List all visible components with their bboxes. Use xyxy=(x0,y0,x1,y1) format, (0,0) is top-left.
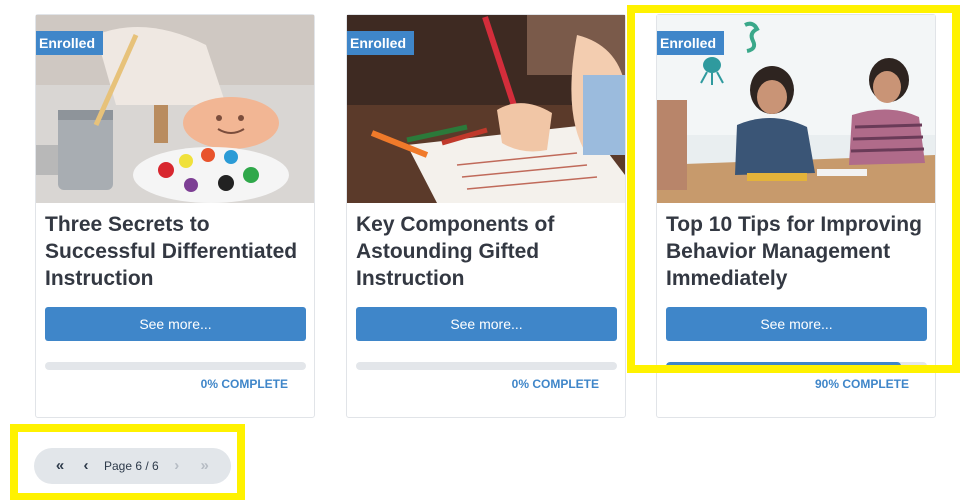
progress-bar xyxy=(45,362,306,370)
course-card: Enrolled Three Secrets to Successful Dif… xyxy=(35,14,315,418)
chevron-right-icon[interactable]: › xyxy=(163,448,191,484)
completion-status: 90% COMPLETE xyxy=(814,377,909,391)
pagination: « ‹ Page 6 / 6 › » xyxy=(34,448,231,484)
course-card: Enrolled Top 10 Tips for Improving Behav… xyxy=(656,14,936,418)
completion-status: 0% COMPLETE xyxy=(200,377,288,391)
page-indicator: Page 6 / 6 xyxy=(104,459,159,473)
completion-status: 0% COMPLETE xyxy=(511,377,599,391)
see-more-button[interactable]: See more... xyxy=(45,307,306,341)
course-title[interactable]: Three Secrets to Successful Differentiat… xyxy=(45,211,307,292)
course-image[interactable]: Enrolled xyxy=(36,15,314,203)
course-card: Enrolled Key Components of Astounding Gi… xyxy=(346,14,626,418)
enrolled-badge: Enrolled xyxy=(347,31,415,63)
course-title[interactable]: Key Components of Astounding Gifted Inst… xyxy=(356,211,618,292)
course-title[interactable]: Top 10 Tips for Improving Behavior Manag… xyxy=(666,211,928,292)
double-chevron-left-icon[interactable]: « xyxy=(46,448,74,484)
see-more-button[interactable]: See more... xyxy=(666,307,927,341)
course-image[interactable]: Enrolled xyxy=(657,15,935,203)
double-chevron-right-icon[interactable]: » xyxy=(191,448,219,484)
progress-bar xyxy=(666,362,927,370)
chevron-left-icon[interactable]: ‹ xyxy=(72,448,100,484)
enrolled-badge: Enrolled xyxy=(36,31,104,63)
progress-fill xyxy=(666,362,901,370)
progress-bar xyxy=(356,362,617,370)
enrolled-badge: Enrolled xyxy=(657,31,725,63)
see-more-button[interactable]: See more... xyxy=(356,307,617,341)
course-image[interactable]: Enrolled xyxy=(347,15,625,203)
